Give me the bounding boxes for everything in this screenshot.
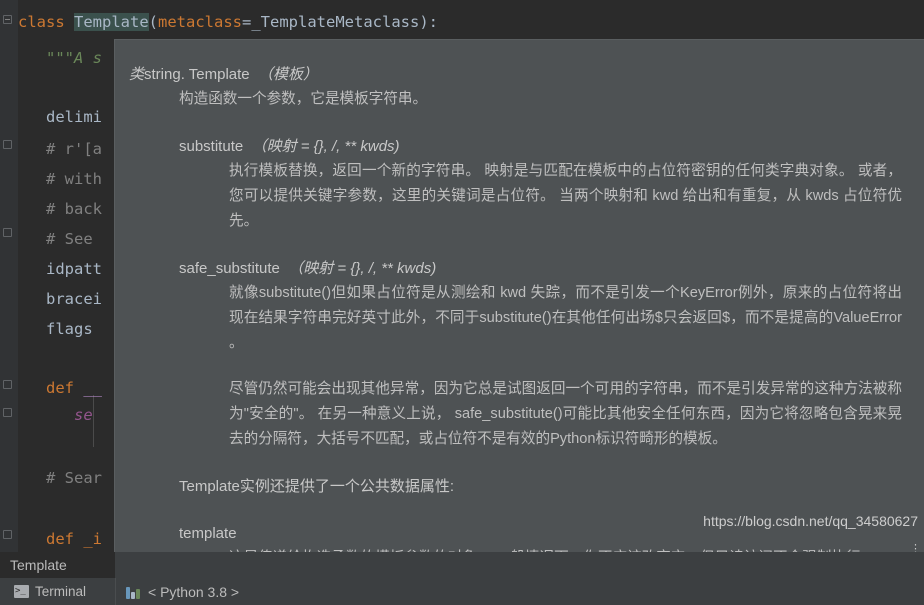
doc-member-signature: substitute （映射 = {}, /, ** kwds) [129,134,910,159]
code-token: _TemplateMetaclass [251,13,419,31]
doc-member-description-secondary: 尽管仍然可能会出现其他异常，因为它总是试图返回一个可用的字符串，而不是引发异常的… [129,377,910,452]
code-token: metaclass [158,13,242,31]
code-token: # back [46,200,102,218]
doc-member-description: 就像substitute()但如果占位符是从测绘和 kwd 失踪，而不是引发一个… [129,281,910,356]
doc-member-substitute: substitute （映射 = {}, /, ** kwds) 执行模板替换，… [129,134,910,234]
status-bar: Terminal < Python 3.8 > [0,578,924,605]
watermark-url: https://blog.csdn.net/qq_34580627 [703,509,918,534]
code-line: # back [46,197,102,222]
editor-gutter[interactable] [0,0,18,552]
quick-documentation-content: 类string. Template （模板） 构造函数一个参数，它是模板字符串。… [115,40,924,552]
doc-header-signature: 类string. Template （模板） [129,62,910,87]
code-line: se [74,403,93,428]
fold-marker-icon[interactable] [3,380,12,389]
code-line: delimi [46,105,102,130]
python-interpreter-button[interactable]: < Python 3.8 > [126,578,239,605]
code-token: ): [419,13,438,31]
code-token: def [46,379,83,397]
terminal-icon [14,585,29,598]
doc-member-safe-substitute: safe_substitute （映射 = {}, /, ** kwds) 就像… [129,256,910,452]
code-token: def _i [46,530,102,548]
fold-marker-icon[interactable] [3,408,12,417]
interpreter-icon [126,585,141,599]
code-token: ( [149,13,158,31]
doc-attributes-intro: Template实例还提供了一个公共数据属性: [129,474,910,499]
code-line: def __ [46,376,102,401]
terminal-label: Terminal [35,584,86,599]
doc-member-signature: safe_substitute （映射 = {}, /, ** kwds) [129,256,910,281]
code-token: # r'[a [46,140,102,158]
code-token: delimi [46,108,102,126]
ide-window: class Template(metaclass=_TemplateMetacl… [0,0,924,605]
code-line: """A s [46,46,102,71]
code-token: class [18,13,74,31]
python-version-label: < Python 3.8 > [148,584,239,600]
code-token: """A s [46,49,102,67]
doc-header-class-prefix: 类 [129,66,144,83]
doc-attributes-intro-block: Template实例还提供了一个公共数据属性: [129,474,910,499]
code-line: idpatt [46,257,102,282]
indent-guide [93,395,94,447]
terminal-tool-button[interactable]: Terminal [0,578,115,605]
fold-marker-icon[interactable] [3,15,12,24]
code-line: bracei [46,287,102,312]
doc-member-args: （映射 = {}, /, ** kwds) [252,138,400,155]
code-line: flags [46,317,93,342]
doc-member-args: （映射 = {}, /, ** kwds) [288,260,436,277]
code-token: idpatt [46,260,102,278]
fold-marker-icon[interactable] [3,228,12,237]
fold-marker-icon[interactable] [3,530,12,539]
code-token: se [74,406,93,424]
doc-member-description: 执行模板替换，返回一个新的字符串。 映射是与匹配在模板中的占位符密钥的任何类字典… [129,159,910,234]
code-line: # r'[a [46,137,102,162]
doc-header-alias: （模板） [258,66,318,83]
code-token: # See [46,230,93,248]
quick-documentation-popup[interactable]: 类string. Template （模板） 构造函数一个参数，它是模板字符串。… [115,40,924,552]
code-token: flags [46,320,93,338]
code-line: # Sear [46,466,102,491]
code-token: bracei [46,290,102,308]
code-line: def _i [46,527,102,552]
code-line: class Template(metaclass=_TemplateMetacl… [18,10,438,35]
doc-member-name: safe_substitute [179,260,280,277]
spacer [129,356,910,377]
code-token: __ [83,379,102,397]
status-bar-divider [115,578,116,605]
breadcrumb-bar: Template [0,552,924,578]
code-token: # Sear [46,469,102,487]
code-token: # with [46,170,102,188]
code-token: Template [74,13,149,31]
doc-header-qualified-name: string. Template [144,66,250,83]
code-line: # See [46,227,93,252]
code-line: # with [46,167,102,192]
breadcrumb-item-template[interactable]: Template [0,552,115,578]
doc-member-name: substitute [179,138,243,155]
code-token: = [242,13,251,31]
doc-header-description: 构造函数一个参数，它是模板字符串。 [129,87,910,112]
fold-marker-icon[interactable] [3,140,12,149]
